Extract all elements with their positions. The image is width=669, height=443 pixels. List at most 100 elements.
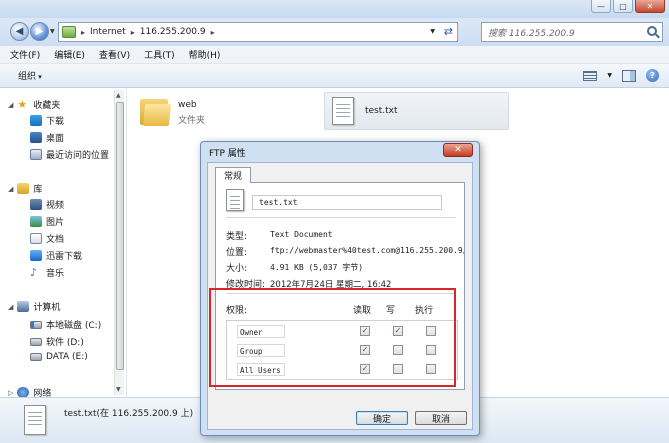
- breadcrumb-chevron-icon[interactable]: ▸: [81, 28, 85, 37]
- nav-label: 图片: [46, 218, 65, 228]
- group-write-checkbox[interactable]: [393, 345, 403, 355]
- breadcrumb-internet[interactable]: Internet: [90, 27, 126, 37]
- organize-button[interactable]: 组织: [18, 69, 42, 82]
- forward-button[interactable]: ▶: [30, 22, 49, 41]
- write-column-header: 写: [386, 306, 396, 316]
- location-label: 位置:: [226, 248, 248, 258]
- scroll-up-icon[interactable]: ▲: [116, 92, 121, 99]
- nav-label: 桌面: [46, 134, 65, 144]
- scroll-down-icon[interactable]: ▼: [116, 386, 121, 393]
- address-bar[interactable]: ▸ Internet ▸ 116.255.200.9 ▸ ▼ ⇄: [58, 22, 458, 42]
- owner-read-checkbox[interactable]: ✓: [360, 326, 370, 336]
- search-input[interactable]: 搜索 116.255.200.9: [481, 22, 663, 42]
- nav-pictures[interactable]: 图片: [30, 215, 64, 228]
- type-value: Text Document: [270, 230, 333, 239]
- search-placeholder: 搜索 116.255.200.9: [488, 28, 575, 39]
- disk-icon: [30, 353, 42, 361]
- collapse-arrow-icon[interactable]: ◢: [8, 101, 13, 109]
- owner-execute-checkbox[interactable]: [426, 326, 436, 336]
- permission-role: All Users: [237, 363, 285, 376]
- nav-recent[interactable]: 最近访问的位置: [30, 148, 109, 161]
- group-read-checkbox[interactable]: ✓: [360, 345, 370, 355]
- collapse-arrow-icon[interactable]: ▷: [8, 389, 13, 397]
- nav-computer[interactable]: ◢ 计算机: [8, 300, 60, 313]
- permission-row-owner: Owner ✓ ✓: [227, 323, 459, 341]
- close-window-button[interactable]: ✕: [635, 0, 665, 13]
- command-bar: 组织 ▼ ?: [0, 64, 669, 88]
- execute-column-header: 执行: [415, 306, 434, 316]
- read-column-header: 读取: [353, 306, 372, 316]
- nav-videos[interactable]: 视频: [30, 198, 64, 211]
- history-dropdown-icon[interactable]: ▼: [50, 28, 55, 35]
- group-execute-checkbox[interactable]: [426, 345, 436, 355]
- nav-disk-e[interactable]: DATA (E:): [30, 352, 88, 362]
- allusers-write-checkbox[interactable]: [393, 364, 403, 374]
- nav-label: 迅雷下载: [46, 252, 83, 262]
- star-icon: ★: [17, 98, 28, 111]
- text-file-icon: [226, 189, 244, 211]
- folder-name[interactable]: web: [178, 100, 197, 110]
- menu-help[interactable]: 帮助(H): [189, 48, 221, 61]
- back-button[interactable]: ◀: [10, 22, 29, 41]
- maximize-button[interactable]: □: [613, 0, 633, 13]
- change-view-icon[interactable]: [583, 70, 598, 81]
- system-disk-icon: [30, 320, 42, 329]
- allusers-read-checkbox[interactable]: ✓: [360, 364, 370, 374]
- collapse-arrow-icon[interactable]: ◢: [8, 303, 13, 311]
- nav-music[interactable]: ♪ 音乐: [30, 266, 64, 279]
- nav-favorites[interactable]: ◢ ★ 收藏夹: [8, 98, 60, 111]
- breadcrumb-chevron-icon[interactable]: ▸: [131, 28, 135, 37]
- breadcrumb-chevron-icon[interactable]: ▸: [211, 28, 215, 37]
- permission-role: Group: [237, 344, 285, 357]
- nav-label: DATA (E:): [46, 352, 88, 362]
- nav-label: 视频: [46, 201, 65, 211]
- search-icon[interactable]: [647, 26, 657, 36]
- help-icon[interactable]: ?: [646, 69, 659, 82]
- size-value: 4.91 KB (5,037 字节): [270, 263, 364, 272]
- nav-documents[interactable]: 文档: [30, 232, 64, 245]
- minimize-button[interactable]: —: [591, 0, 611, 13]
- general-tab-panel: test.txt 类型: Text Document 位置: ftp://web…: [215, 182, 465, 390]
- scroll-thumb[interactable]: [116, 102, 124, 370]
- nav-label: 收藏夹: [33, 101, 61, 111]
- size-label: 大小:: [226, 264, 248, 274]
- nav-thunder[interactable]: 迅雷下载: [30, 249, 82, 262]
- filename-field[interactable]: test.txt: [252, 195, 442, 210]
- tab-general[interactable]: 常规: [215, 167, 251, 183]
- navigation-pane: ◢ ★ 收藏夹 下载 桌面 最近访问的位置 ◢ 库 视频 图片 文档 迅雷下载 …: [0, 88, 127, 399]
- nav-label: 计算机: [33, 303, 61, 313]
- menu-tools[interactable]: 工具(T): [144, 48, 175, 61]
- address-dropdown-icon[interactable]: ▼: [430, 28, 435, 35]
- cancel-button[interactable]: 取消: [415, 411, 467, 425]
- permission-row-group: Group ✓: [227, 342, 459, 360]
- folder-icon[interactable]: [140, 96, 172, 126]
- nav-disk-d[interactable]: 软件 (D:): [30, 335, 84, 348]
- view-dropdown-icon[interactable]: ▼: [607, 72, 612, 79]
- details-text: test.txt(在 116.255.200.9 上): [64, 409, 194, 419]
- nav-label: 本地磁盘 (C:): [46, 321, 102, 331]
- breadcrumb-host[interactable]: 116.255.200.9: [140, 27, 206, 37]
- window-controls: — □ ✕: [591, 0, 665, 13]
- nav-libraries[interactable]: ◢ 库: [8, 182, 42, 195]
- collapse-arrow-icon[interactable]: ◢: [8, 185, 13, 193]
- menu-view[interactable]: 查看(V): [99, 48, 130, 61]
- permissions-label: 权限:: [226, 306, 248, 316]
- divider: [226, 293, 456, 294]
- ok-button[interactable]: 确定: [356, 411, 408, 425]
- computer-icon: [17, 301, 30, 312]
- menu-file[interactable]: 文件(F): [10, 48, 40, 61]
- menu-edit[interactable]: 编辑(E): [54, 48, 85, 61]
- nav-downloads[interactable]: 下载: [30, 114, 64, 127]
- allusers-execute-checkbox[interactable]: [426, 364, 436, 374]
- nav-disk-c[interactable]: 本地磁盘 (C:): [30, 318, 101, 331]
- nav-label: 音乐: [46, 269, 65, 279]
- refresh-icon[interactable]: ⇄: [444, 25, 453, 38]
- dialog-close-button[interactable]: ✕: [443, 143, 473, 157]
- dialog-body: 常规 test.txt 类型: Text Document 位置: ftp://…: [207, 162, 473, 430]
- divider: [226, 217, 456, 218]
- file-tile-test-txt[interactable]: test.txt: [324, 92, 509, 130]
- owner-write-checkbox[interactable]: ✓: [393, 326, 403, 336]
- nav-desktop[interactable]: 桌面: [30, 131, 64, 144]
- preview-pane-icon[interactable]: [622, 69, 636, 82]
- nav-scrollbar[interactable]: ▲ ▼: [114, 90, 124, 395]
